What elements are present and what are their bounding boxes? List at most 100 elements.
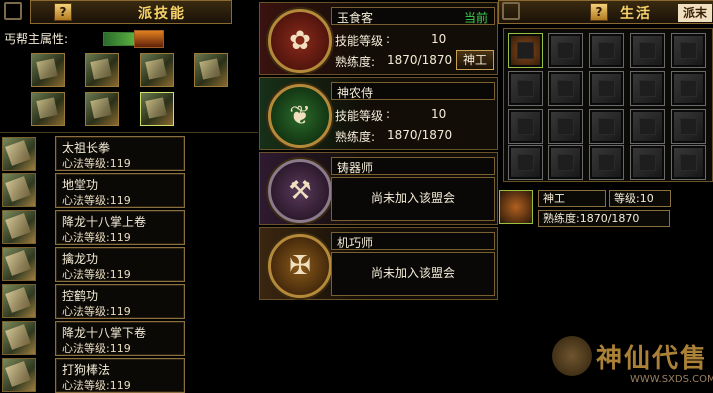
item-slot[interactable] <box>630 145 665 180</box>
item-slot[interactable] <box>630 33 665 68</box>
selected-item-level-box: 等级:10 <box>609 190 671 207</box>
item-slot[interactable] <box>589 145 624 180</box>
proficiency-label: 熟练度: <box>543 212 580 225</box>
item-slot[interactable] <box>508 145 543 180</box>
profession-card-herbalist[interactable]: ❦ 神农侍 技能等级 : 10 熟练度: 1870/1870 <box>259 77 498 150</box>
skill-level: 心法等级:119 <box>62 157 131 170</box>
watermark-url: WWW.SXDS.COM <box>630 374 713 385</box>
item-slot[interactable] <box>589 71 624 106</box>
item-slot[interactable] <box>508 109 543 144</box>
technique-icon-1[interactable] <box>31 53 65 87</box>
skill-level: 心法等级:119 <box>62 342 131 355</box>
item-slot[interactable] <box>589 109 624 144</box>
item-slot[interactable] <box>508 71 543 106</box>
technique-icon-6[interactable] <box>85 92 119 126</box>
item-slot-selected[interactable] <box>508 33 543 68</box>
fire-attribute-icon <box>134 30 164 48</box>
main-attribute-label: 丐帮主属性: <box>4 32 69 46</box>
skill-level: 心法等级:119 <box>62 194 131 207</box>
technique-icon-5[interactable] <box>31 92 65 126</box>
profession-card-smith[interactable]: ⚒ 铸器师 尚未加入该盟会 <box>259 152 498 225</box>
technique-icon-2[interactable] <box>85 53 119 87</box>
profession-name: 机巧师 <box>337 236 374 250</box>
profession-name-box: 机巧师 <box>331 232 495 250</box>
not-joined-box: 尚未加入该盟会 <box>331 252 495 296</box>
monk-mascot-icon <box>552 336 592 376</box>
skill-level-label: 技能等级 <box>335 109 384 123</box>
proficiency-value: 1870/1870 <box>387 53 453 67</box>
not-joined-box: 尚未加入该盟会 <box>331 177 495 221</box>
level-label: 等级: <box>614 192 640 205</box>
selected-item-proficiency-box: 熟练度:1870/1870 <box>538 210 670 227</box>
divider <box>0 132 258 133</box>
skill-scroll-icon <box>2 358 36 392</box>
proficiency-label: 熟练度: <box>335 55 376 69</box>
item-slot[interactable] <box>671 71 706 106</box>
profession-card-chef[interactable]: ✿ 玉食客 当前 技能等级 : 10 熟练度: 1870/1870 神工 <box>259 2 498 75</box>
attribute-bar-icon <box>103 32 135 46</box>
skill-name: 控鹤功 <box>62 289 99 303</box>
herb-emblem-icon: ❦ <box>268 84 332 148</box>
not-joined-message: 尚未加入该盟会 <box>370 191 455 205</box>
smith-emblem-icon: ⚒ <box>268 159 332 223</box>
level-value: 10 <box>639 192 654 205</box>
profession-name: 铸器师 <box>337 161 374 175</box>
skill-scroll-icon <box>2 284 36 318</box>
tab-sect[interactable]: 派末 <box>678 4 712 22</box>
skill-name: 降龙十八掌下卷 <box>62 326 147 340</box>
skill-info-box: 打狗棒法 心法等级:119 <box>55 358 185 393</box>
help-button[interactable]: ? <box>54 3 72 21</box>
skill-name: 降龙十八掌上卷 <box>62 215 147 229</box>
skill-level-value: 10 <box>431 107 447 121</box>
technique-icon-4[interactable] <box>194 53 228 87</box>
skill-name: 太祖长拳 <box>62 141 111 155</box>
selected-item-icon[interactable] <box>499 190 533 224</box>
skill-name: 擒龙功 <box>62 252 99 266</box>
profession-name-box: 铸器师 <box>331 157 495 175</box>
not-joined-message: 尚未加入该盟会 <box>370 266 455 280</box>
help-button[interactable]: ? <box>590 3 608 21</box>
skill-info-box: 擒龙功 心法等级:119 <box>55 247 185 282</box>
skill-info-box: 太祖长拳 心法等级:119 <box>55 136 185 171</box>
profession-name-box: 神农侍 <box>331 82 495 100</box>
skill-name: 打狗棒法 <box>62 363 111 377</box>
item-slot[interactable] <box>548 33 583 68</box>
skill-name: 地堂功 <box>62 178 99 192</box>
colon: : <box>386 107 391 121</box>
item-slot[interactable] <box>630 71 665 106</box>
item-slot[interactable] <box>548 109 583 144</box>
corner-knot-ornament <box>4 2 22 20</box>
skill-scroll-icon <box>2 173 36 207</box>
skill-level: 心法等级:119 <box>62 231 131 244</box>
proficiency-label: 熟练度: <box>335 130 376 144</box>
proficiency-value: 1870/1870 <box>579 212 640 225</box>
item-slot[interactable] <box>589 33 624 68</box>
item-slot[interactable] <box>548 71 583 106</box>
selected-item-name: 神工 <box>538 190 606 207</box>
profession-card-mechanic[interactable]: ✠ 机巧师 尚未加入该盟会 <box>259 227 498 300</box>
technique-icon-3[interactable] <box>140 53 174 87</box>
shengong-button[interactable]: 神工 <box>456 50 494 70</box>
sect-skills-title: 派技能 <box>138 6 186 22</box>
skill-scroll-icon <box>2 247 36 281</box>
item-slot[interactable] <box>630 109 665 144</box>
skill-level-value: 10 <box>431 32 447 46</box>
technique-icon-7[interactable] <box>140 92 174 126</box>
skill-level: 心法等级:119 <box>62 379 131 392</box>
item-slot[interactable] <box>548 145 583 180</box>
item-slot[interactable] <box>671 145 706 180</box>
chef-emblem-icon: ✿ <box>268 9 332 73</box>
skill-level-label: 技能等级 <box>335 34 384 48</box>
skill-info-box: 降龙十八掌上卷 心法等级:119 <box>55 210 185 245</box>
profession-name: 神农侍 <box>337 86 374 100</box>
corner-knot-ornament <box>502 2 520 20</box>
life-skills-title: 生活 <box>620 6 652 22</box>
skill-scroll-icon <box>2 210 36 244</box>
mechanic-emblem-icon: ✠ <box>268 234 332 298</box>
skill-info-box: 降龙十八掌下卷 心法等级:119 <box>55 321 185 356</box>
skill-info-box: 控鹤功 心法等级:119 <box>55 284 185 319</box>
item-slot[interactable] <box>671 109 706 144</box>
skill-level: 心法等级:119 <box>62 305 131 318</box>
item-slot[interactable] <box>671 33 706 68</box>
skill-info-box: 地堂功 心法等级:119 <box>55 173 185 208</box>
